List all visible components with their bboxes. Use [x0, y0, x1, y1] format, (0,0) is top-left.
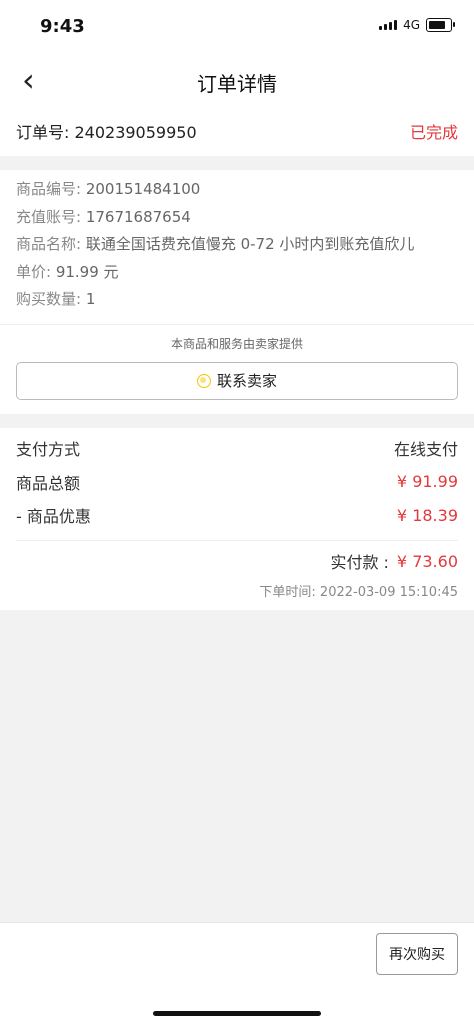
status-time: 9:43: [40, 16, 85, 37]
page-title: 订单详情: [197, 72, 277, 96]
bottom-action-bar: 再次购买: [0, 922, 474, 1027]
goods-total-row: 商品总额 ¥ 91.99: [16, 472, 458, 493]
battery-icon: [426, 18, 455, 32]
goods-row-quantity: 购买数量: 1: [16, 290, 96, 308]
rebuy-button[interactable]: 再次购买: [376, 933, 458, 975]
goods-row-account: 充值账号: 17671687654: [16, 207, 191, 226]
section-gap: [0, 156, 474, 170]
home-indicator: [153, 1011, 321, 1016]
discount-row: - 商品优惠 ¥ 18.39: [16, 505, 458, 527]
payment-method-row: 支付方式 在线支付: [16, 440, 458, 460]
status-bar: 9:43 4G: [0, 0, 474, 54]
order-status: 已完成: [409, 123, 458, 142]
signal-icon: [379, 20, 398, 30]
seller-section: 本商品和服务由卖家提供 联系卖家: [0, 323, 474, 414]
paid-row: 实付款 : ¥ 73.60: [330, 551, 458, 573]
payment-section: 支付方式 在线支付 商品总额 ¥ 91.99 - 商品优惠 ¥ 18.39 实付款 :…: [0, 427, 474, 610]
seller-note: 本商品和服务由卖家提供: [170, 336, 303, 351]
chat-icon: [196, 373, 211, 388]
goods-row-price: 单价: 91.99 元: [16, 262, 119, 281]
contact-seller-button[interactable]: 联系卖家: [16, 361, 458, 400]
nav-bar: ‹ 订单详情: [0, 54, 474, 106]
contact-seller-label: 联系卖家: [216, 372, 277, 390]
goods-info: 商品编号: 200151484100 充值账号: 17671687654 商品名…: [0, 170, 474, 324]
order-time: 下单时间: 2022-03-09 15:10:45: [259, 585, 458, 600]
network-label: 4G: [403, 18, 420, 32]
order-number: 订单号: 240239059950: [16, 123, 197, 142]
goods-row-id: 商品编号: 200151484100: [16, 180, 201, 198]
order-number-row: 订单号: 240239059950 已完成: [0, 106, 474, 156]
status-indicators: 4G: [379, 18, 455, 32]
section-gap: [0, 413, 474, 428]
goods-row-name: 商品名称: 联通全国话费充值慢充 0-72 小时内到账充值欣儿: [16, 235, 415, 253]
